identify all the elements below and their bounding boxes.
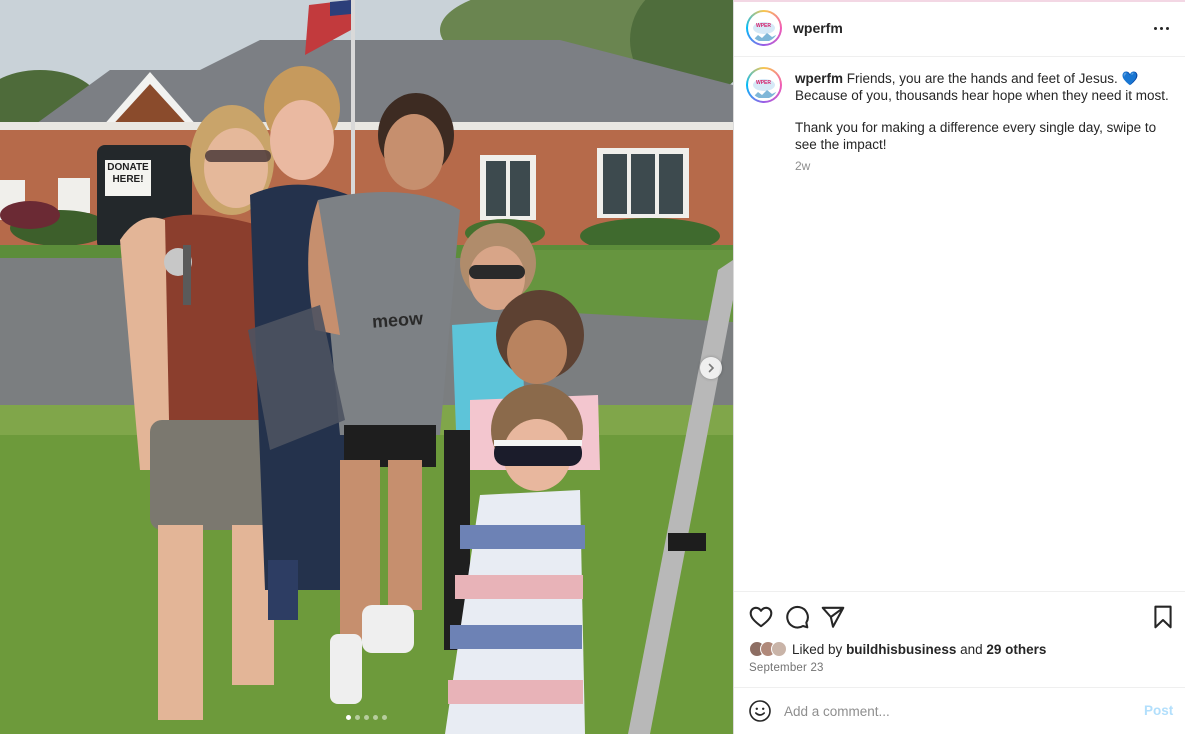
caption-line3: Thank you for making a difference every … [795,120,1157,152]
liker-username[interactable]: buildhisbusiness [846,642,956,657]
emoji-icon[interactable] [748,699,772,723]
carousel-dot [355,715,360,720]
caption-timestamp[interactable]: 2w [795,159,810,173]
comment-icon[interactable] [784,604,810,630]
post-actions-bar: Liked by buildhisbusiness and 29 others … [734,591,1185,687]
likes-prefix: Liked by [792,641,843,657]
post-comment-button[interactable]: Post [1144,703,1173,718]
donate-sign-line2: HERE! [112,174,144,185]
avatar [771,641,787,657]
share-icon[interactable] [820,604,846,630]
shirt-print: meow [371,308,424,332]
comment-bar: Post [734,687,1185,734]
post-username[interactable]: wperfm [793,20,843,36]
carousel-dot [346,715,351,720]
post-photo[interactable]: DONATE HERE! meow [0,0,733,734]
avatar-logo-text: WPER [756,80,771,86]
post-header: WPER wperfm [734,0,1185,57]
bookmark-icon[interactable] [1150,604,1176,630]
liker-avatars[interactable] [749,641,787,657]
likes-others-link[interactable]: 29 others [986,642,1046,657]
likes-summary: Liked by buildhisbusiness and 29 others [749,641,1046,657]
comment-input[interactable] [784,700,1124,722]
wperfm-avatar-icon[interactable]: WPER [746,67,782,103]
caption-line1: Friends, you are the hands and feet of J… [846,71,1118,86]
carousel-next-button[interactable] [700,357,722,379]
likes-connector: and [960,641,983,657]
caption-text: wperfm Friends, you are the hands and fe… [795,71,1170,153]
carousel-dot [373,715,378,720]
more-options-icon[interactable] [1148,18,1174,38]
photo-scene [0,0,733,734]
carousel-dots [346,715,387,720]
carousel-dot [382,715,387,720]
heart-icon[interactable] [748,604,774,630]
donate-sign: DONATE HERE! [105,162,151,186]
blue-heart-emoji: 💙 [1121,71,1139,86]
wperfm-avatar-icon[interactable]: WPER [746,10,782,46]
avatar-logo-text: WPER [756,23,771,29]
post-details-pane: WPER wperfm WPER wperfm Friends, you are… [733,0,1185,734]
carousel-dot [364,715,369,720]
post-date[interactable]: September 23 [749,662,824,674]
caption-username[interactable]: wperfm [795,71,843,86]
caption-line2: Because of you, thousands hear hope when… [795,87,1169,103]
caption-block: WPER wperfm Friends, you are the hands a… [734,57,1185,591]
donate-sign-line1: DONATE [107,162,149,173]
chevron-right-icon [708,363,715,373]
